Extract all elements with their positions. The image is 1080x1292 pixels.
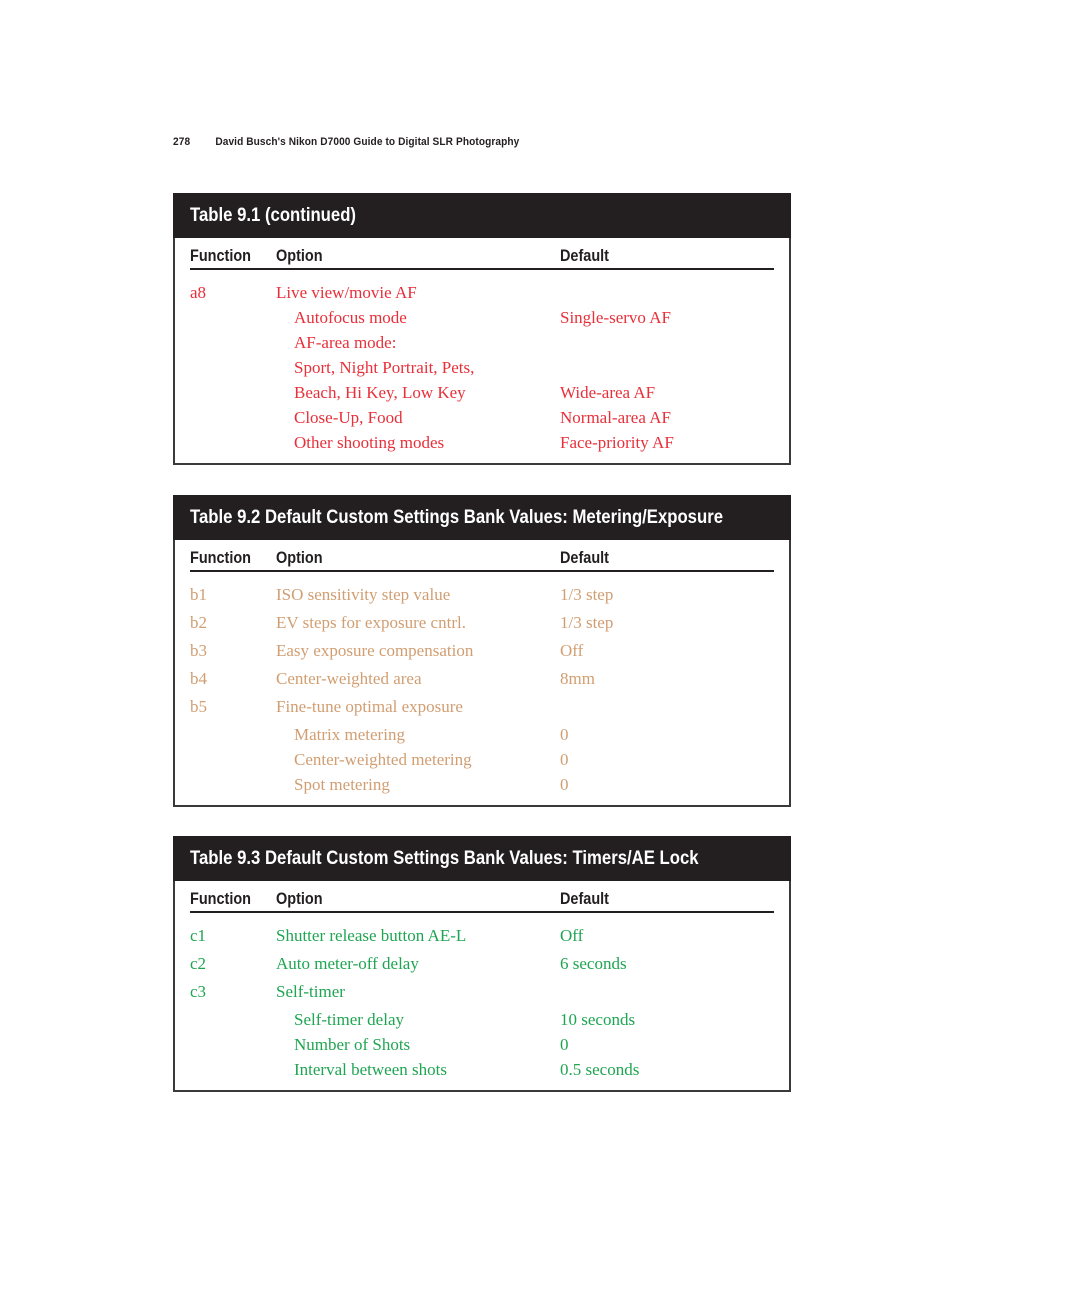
table-title: Table 9.1 (continued) bbox=[173, 193, 791, 238]
cell-option: Matrix metering bbox=[294, 725, 405, 744]
table-row: Spot metering 0 bbox=[190, 772, 774, 797]
cell-function: b4 bbox=[190, 669, 207, 688]
table-row: AF-area mode: bbox=[190, 330, 774, 355]
table-body: a8 Live view/movie AF Autofocus mode Single… bbox=[190, 280, 774, 463]
column-header-function: Function bbox=[190, 548, 252, 567]
table-row: b3 Easy exposure compensation Off bbox=[190, 638, 774, 666]
cell-option: Sport, Night Portrait, Pets, bbox=[294, 358, 475, 377]
table-row: Other shooting modes Face-priority AF bbox=[190, 430, 774, 455]
cell-option: Center-weighted area bbox=[276, 669, 422, 688]
cell-option: Interval between shots bbox=[294, 1060, 447, 1079]
cell-function: c1 bbox=[190, 926, 207, 945]
table-title: Table 9.3 Default Custom Settings Bank V… bbox=[173, 836, 791, 881]
cell-option: Spot metering bbox=[294, 775, 390, 794]
table-row: Self-timer delay 10 seconds bbox=[190, 1007, 774, 1032]
table-row: Beach, Hi Key, Low Key Wide-area AF bbox=[190, 380, 774, 405]
table-row: Sport, Night Portrait, Pets, bbox=[190, 355, 774, 380]
cell-default: 0 bbox=[560, 725, 569, 744]
cell-option: Live view/movie AF bbox=[276, 283, 417, 302]
cell-option: Center-weighted metering bbox=[294, 750, 472, 769]
cell-function: b1 bbox=[190, 585, 207, 604]
table-row: Matrix metering 0 bbox=[190, 722, 774, 747]
column-header-default: Default bbox=[560, 548, 609, 567]
cell-function: b5 bbox=[190, 697, 207, 716]
running-head: 278 David Busch's Nikon D7000 Guide to Di… bbox=[173, 136, 519, 148]
column-header-row: Function Option Default bbox=[190, 246, 774, 270]
cell-default: 0.5 seconds bbox=[560, 1060, 640, 1079]
cell-option: Number of Shots bbox=[294, 1035, 411, 1054]
cell-option: Beach, Hi Key, Low Key bbox=[294, 383, 466, 402]
cell-default: 6 seconds bbox=[560, 954, 627, 973]
column-header-function: Function bbox=[190, 246, 252, 265]
table-row: Center-weighted metering 0 bbox=[190, 747, 774, 772]
column-header-option: Option bbox=[276, 548, 323, 567]
table-row: a8 Live view/movie AF bbox=[190, 280, 774, 305]
cell-default: Face-priority AF bbox=[560, 433, 674, 452]
cell-function: b3 bbox=[190, 641, 207, 660]
table-row: b1 ISO sensitivity step value 1/3 step bbox=[190, 582, 774, 610]
cell-option: EV steps for exposure cntrl. bbox=[276, 613, 466, 632]
cell-function: c3 bbox=[190, 982, 207, 1001]
cell-default: 8mm bbox=[560, 669, 595, 688]
cell-option: Self-timer bbox=[276, 982, 345, 1001]
table-9-2: Table 9.2 Default Custom Settings Bank V… bbox=[173, 495, 791, 807]
cell-default: Off bbox=[560, 926, 584, 945]
cell-option: Close-Up, Food bbox=[294, 408, 403, 427]
table-row: b5 Fine-tune optimal exposure bbox=[190, 694, 774, 722]
column-header-row: Function Option Default bbox=[190, 548, 774, 572]
cell-function: b2 bbox=[190, 613, 207, 632]
table-9-1: Table 9.1 (continued) Function Option De… bbox=[173, 193, 791, 465]
table-row: Autofocus mode Single-servo AF bbox=[190, 305, 774, 330]
cell-default: 1/3 step bbox=[560, 613, 614, 632]
column-header-default: Default bbox=[560, 889, 609, 908]
table-row: Close-Up, Food Normal-area AF bbox=[190, 405, 774, 430]
table-body: c1 Shutter release button AE-L Off c2 Auto m… bbox=[190, 923, 774, 1090]
cell-default: Normal-area AF bbox=[560, 408, 671, 427]
table-row: c3 Self-timer bbox=[190, 979, 774, 1007]
cell-default: 0 bbox=[560, 750, 569, 769]
column-header-default: Default bbox=[560, 246, 609, 265]
column-header-function: Function bbox=[190, 889, 252, 908]
cell-default: 0 bbox=[560, 775, 569, 794]
table-row: Number of Shots 0 bbox=[190, 1032, 774, 1057]
table-row: Interval between shots 0.5 seconds bbox=[190, 1057, 774, 1082]
table-row: c2 Auto meter-off delay 6 seconds bbox=[190, 951, 774, 979]
cell-option: ISO sensitivity step value bbox=[276, 585, 451, 604]
cell-option: Other shooting modes bbox=[294, 433, 445, 452]
column-header-row: Function Option Default bbox=[190, 889, 774, 913]
cell-option: Shutter release button AE-L bbox=[276, 926, 467, 945]
column-header-option: Option bbox=[276, 246, 323, 265]
cell-function: a8 bbox=[190, 283, 207, 302]
table-row: b2 EV steps for exposure cntrl. 1/3 step bbox=[190, 610, 774, 638]
page-number: 278 bbox=[173, 136, 191, 148]
cell-default: 1/3 step bbox=[560, 585, 614, 604]
book-title: David Busch's Nikon D7000 Guide to Digit… bbox=[215, 136, 520, 148]
table-row: b4 Center-weighted area 8mm bbox=[190, 666, 774, 694]
table-title: Table 9.2 Default Custom Settings Bank V… bbox=[173, 495, 791, 540]
cell-option: Autofocus mode bbox=[294, 308, 407, 327]
cell-option: Auto meter-off delay bbox=[276, 954, 419, 973]
cell-function: c2 bbox=[190, 954, 207, 973]
cell-option: Fine-tune optimal exposure bbox=[276, 697, 463, 716]
cell-default: 0 bbox=[560, 1035, 569, 1054]
cell-option: Self-timer delay bbox=[294, 1010, 404, 1029]
cell-default: Off bbox=[560, 641, 584, 660]
cell-default: Wide-area AF bbox=[560, 383, 656, 402]
cell-default: Single-servo AF bbox=[560, 308, 671, 327]
cell-default: 10 seconds bbox=[560, 1010, 636, 1029]
table-9-3: Table 9.3 Default Custom Settings Bank V… bbox=[173, 836, 791, 1092]
table-row: c1 Shutter release button AE-L Off bbox=[190, 923, 774, 951]
column-header-option: Option bbox=[276, 889, 323, 908]
cell-option: AF-area mode: bbox=[294, 333, 397, 352]
cell-option: Easy exposure compensation bbox=[276, 641, 474, 660]
table-body: b1 ISO sensitivity step value 1/3 step b2 EV… bbox=[190, 582, 774, 805]
